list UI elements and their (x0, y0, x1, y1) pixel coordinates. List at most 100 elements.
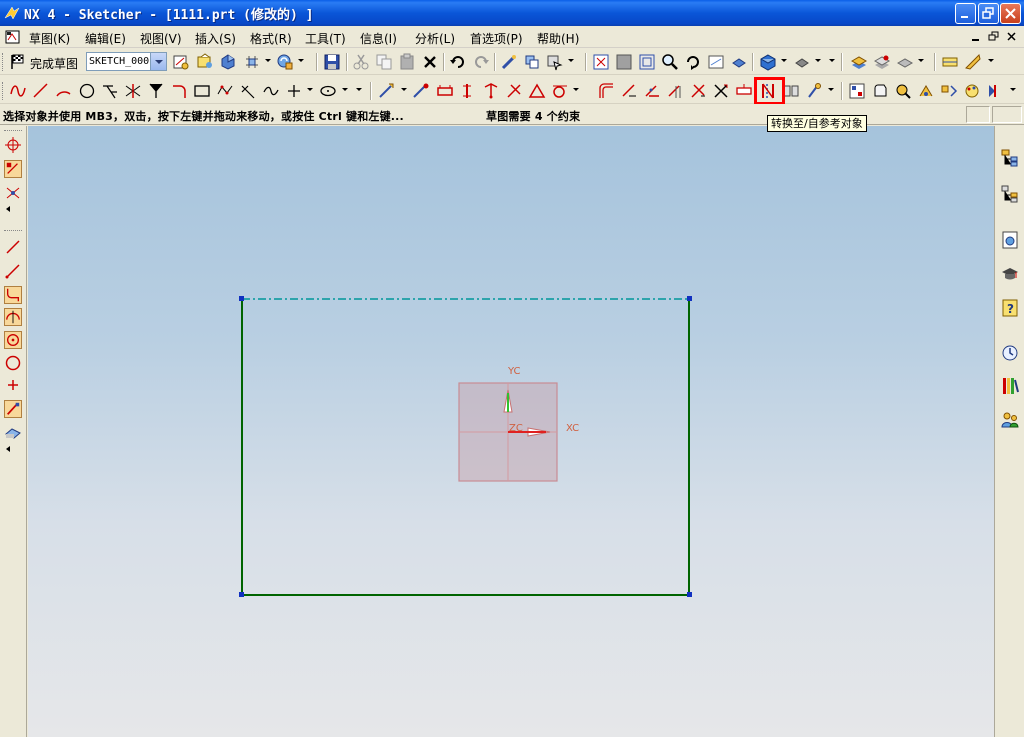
measure-icon[interactable] (964, 53, 982, 71)
update-model-icon[interactable] (276, 53, 294, 71)
ellipse-icon[interactable] (319, 82, 337, 100)
menu-preferences[interactable]: 首选项(P) (470, 30, 523, 47)
menu-view[interactable]: 视图(V) (140, 30, 182, 47)
history-icon[interactable] (1000, 343, 1020, 363)
doc-restore-icon[interactable] (987, 30, 1001, 44)
fit-view-icon[interactable] (592, 53, 610, 71)
tangent-constraint-icon[interactable] (551, 82, 569, 100)
background-icon[interactable] (793, 53, 811, 71)
create-positioning-icon[interactable] (219, 53, 237, 71)
zoom-icon[interactable] (638, 53, 656, 71)
rectangle-icon[interactable] (193, 82, 211, 100)
chevron-down-icon[interactable] (829, 59, 835, 62)
spline-icon[interactable] (262, 82, 280, 100)
toolbar-grip[interactable] (2, 82, 5, 100)
part-navigator-icon[interactable] (1000, 184, 1020, 204)
system-materials-icon[interactable] (1000, 376, 1020, 396)
corner-point[interactable] (687, 592, 692, 597)
snap-point-icon[interactable] (4, 136, 22, 154)
eraser-icon[interactable] (4, 424, 22, 442)
save-icon[interactable] (323, 53, 341, 71)
delay-evaluation-icon[interactable] (917, 82, 935, 100)
chevron-down-icon[interactable] (918, 59, 924, 62)
evaluate-sketch-icon[interactable] (940, 82, 958, 100)
studio-spline-icon[interactable] (216, 82, 234, 100)
quick-trim-icon[interactable] (124, 82, 142, 100)
arc-mode-icon[interactable] (4, 286, 22, 304)
paste-icon[interactable] (398, 53, 416, 71)
quick-extend-icon[interactable] (147, 82, 165, 100)
finish-sketch-flag-icon[interactable] (9, 53, 27, 71)
sketch-parameters-icon[interactable] (848, 82, 866, 100)
arc-icon[interactable] (55, 82, 73, 100)
toolbar-grip[interactable] (4, 230, 22, 232)
perpendicular-constraint-icon[interactable] (505, 82, 523, 100)
constraints-icon[interactable] (412, 82, 430, 100)
menu-format[interactable]: 格式(R) (250, 30, 292, 47)
rotate-icon[interactable] (684, 53, 702, 71)
copy-icon[interactable] (375, 53, 393, 71)
sketch-name-select[interactable]: SKETCH_000 (86, 52, 167, 71)
chevron-left-icon[interactable] (6, 206, 10, 212)
point-icon[interactable] (285, 82, 303, 100)
line-icon[interactable] (32, 82, 50, 100)
offset-curve-icon[interactable] (597, 82, 615, 100)
view-orient-icon[interactable] (730, 53, 748, 71)
parallel-constraint-icon[interactable] (482, 82, 500, 100)
update-sketch-icon[interactable] (871, 82, 889, 100)
derived-line-icon[interactable] (101, 82, 119, 100)
menu-analysis[interactable]: 分析(L) (415, 30, 455, 47)
polygon-icon[interactable] (239, 82, 257, 100)
snap-endpoint-icon[interactable] (4, 160, 22, 178)
menu-insert[interactable]: 插入(S) (195, 30, 236, 47)
auto-constrain-icon[interactable] (712, 82, 730, 100)
chevron-down-icon[interactable] (265, 59, 271, 62)
circle-icon[interactable] (78, 82, 96, 100)
angle-constraint-icon[interactable] (528, 82, 546, 100)
web-browser-icon[interactable] (1000, 230, 1020, 250)
doc-minimize-icon[interactable] (969, 30, 983, 44)
vertical-constraint-icon[interactable] (459, 82, 477, 100)
magnifier-icon[interactable] (661, 53, 679, 71)
animate-dimension-icon[interactable] (894, 82, 912, 100)
menu-help[interactable]: 帮助(H) (537, 30, 579, 47)
training-icon[interactable] (1000, 264, 1020, 284)
menu-tools[interactable]: 工具(T) (305, 30, 346, 47)
sketch-palette-icon[interactable] (963, 82, 981, 100)
layer-settings-icon[interactable] (850, 53, 868, 71)
corner-point[interactable] (239, 296, 244, 301)
close-button[interactable] (1000, 3, 1021, 24)
zoom-window-icon[interactable] (615, 53, 633, 71)
toolbar-grip[interactable] (2, 53, 5, 71)
cut-icon[interactable] (352, 53, 370, 71)
point-cross-icon[interactable] (4, 376, 22, 394)
copy-layer-icon[interactable] (896, 53, 914, 71)
horizontal-constraint-icon[interactable] (436, 82, 454, 100)
chevron-down-icon[interactable] (781, 59, 787, 62)
circle-three-point-icon[interactable] (4, 354, 22, 372)
chevron-down-icon[interactable] (356, 88, 362, 91)
shaded-view-icon[interactable] (759, 53, 777, 71)
chevron-down-icon[interactable] (342, 88, 348, 91)
draw-line-alt-icon[interactable] (4, 262, 22, 280)
help-icon[interactable]: ? (1000, 298, 1020, 318)
perspective-icon[interactable] (707, 53, 725, 71)
corner-point[interactable] (687, 296, 692, 301)
show-constraints-icon[interactable] (735, 82, 753, 100)
doc-close-icon[interactable] (1005, 30, 1019, 44)
chevron-down-icon[interactable] (828, 88, 834, 91)
arc-center-icon[interactable] (4, 308, 22, 326)
dimension-icon[interactable] (378, 82, 396, 100)
intersection-curve-icon[interactable] (643, 82, 661, 100)
chevron-down-icon[interactable] (298, 59, 304, 62)
chevron-down-icon[interactable] (815, 59, 821, 62)
menu-edit[interactable]: 编辑(E) (85, 30, 126, 47)
grid-move-icon[interactable] (243, 53, 261, 71)
chevron-left-icon[interactable] (6, 446, 10, 452)
snap-midpoint-icon[interactable] (4, 184, 22, 202)
reattach-sketch-icon[interactable] (196, 53, 214, 71)
wcs-icon[interactable] (941, 53, 959, 71)
restore-button[interactable] (978, 3, 999, 24)
more-tools-icon[interactable] (986, 82, 1004, 100)
menu-information[interactable]: 信息(I) (360, 30, 397, 47)
